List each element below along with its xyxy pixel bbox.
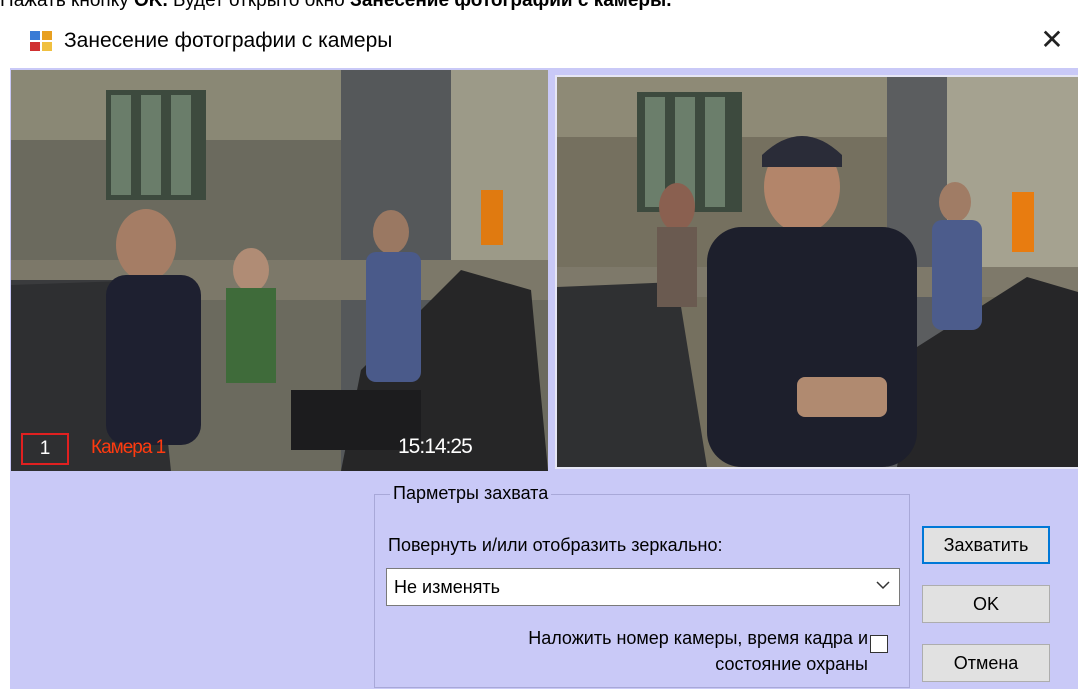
cancel-button[interactable]: Отмена: [922, 644, 1050, 682]
captured-photo-frame: [557, 77, 1078, 467]
frame-time-overlay: 15:14:25: [398, 435, 473, 458]
overlay-label-line2: состояние охраны: [715, 654, 868, 674]
dialog-title: Занесение фотографии с камеры: [64, 29, 393, 52]
live-video-view: 1 Камера 1 15:14:25: [11, 70, 548, 471]
close-icon: ✕: [1040, 24, 1064, 55]
rotate-select[interactable]: Не изменять: [386, 568, 900, 606]
doc-text-window: Занесение фотографии с камеры.: [349, 0, 672, 11]
capture-params-legend: Парметры захвата: [390, 483, 552, 504]
document-text-line: Нажать кнопку OK. Будет открыто окно Зан…: [0, 0, 672, 12]
photo-from-camera-dialog: Занесение фотографии с камеры ✕ 1 Камера…: [10, 16, 1078, 689]
camera-number-badge: 1: [21, 433, 69, 465]
ok-button[interactable]: OK: [922, 585, 1050, 623]
live-video-frame: [11, 70, 548, 471]
doc-text-ok: OK.: [134, 0, 168, 11]
rotate-label: Повернуть и/или отобразить зеркально:: [388, 535, 723, 555]
dialog-client-area: 1 Камера 1 15:14:25 Парметры захвата Пов…: [10, 68, 1078, 689]
close-button[interactable]: ✕: [1032, 20, 1072, 60]
captured-photo-view: [555, 75, 1078, 469]
camera-app-icon: [30, 31, 52, 51]
rotate-select-value: Не изменять: [394, 577, 501, 597]
capture-button[interactable]: Захватить: [922, 526, 1050, 564]
title-bar: Занесение фотографии с камеры ✕: [10, 16, 1078, 68]
doc-text-pre: Нажать кнопку: [0, 0, 134, 11]
overlay-checkbox-label: Наложить номер камеры, время кадра и сос…: [408, 625, 868, 677]
overlay-checkbox[interactable]: [870, 635, 888, 653]
doc-text-mid: Будет открыто окно: [167, 0, 350, 11]
camera-name-overlay: Камера 1: [91, 437, 166, 458]
chevron-down-icon: [876, 581, 890, 590]
overlay-label-line1: Наложить номер камеры, время кадра и: [528, 628, 868, 648]
